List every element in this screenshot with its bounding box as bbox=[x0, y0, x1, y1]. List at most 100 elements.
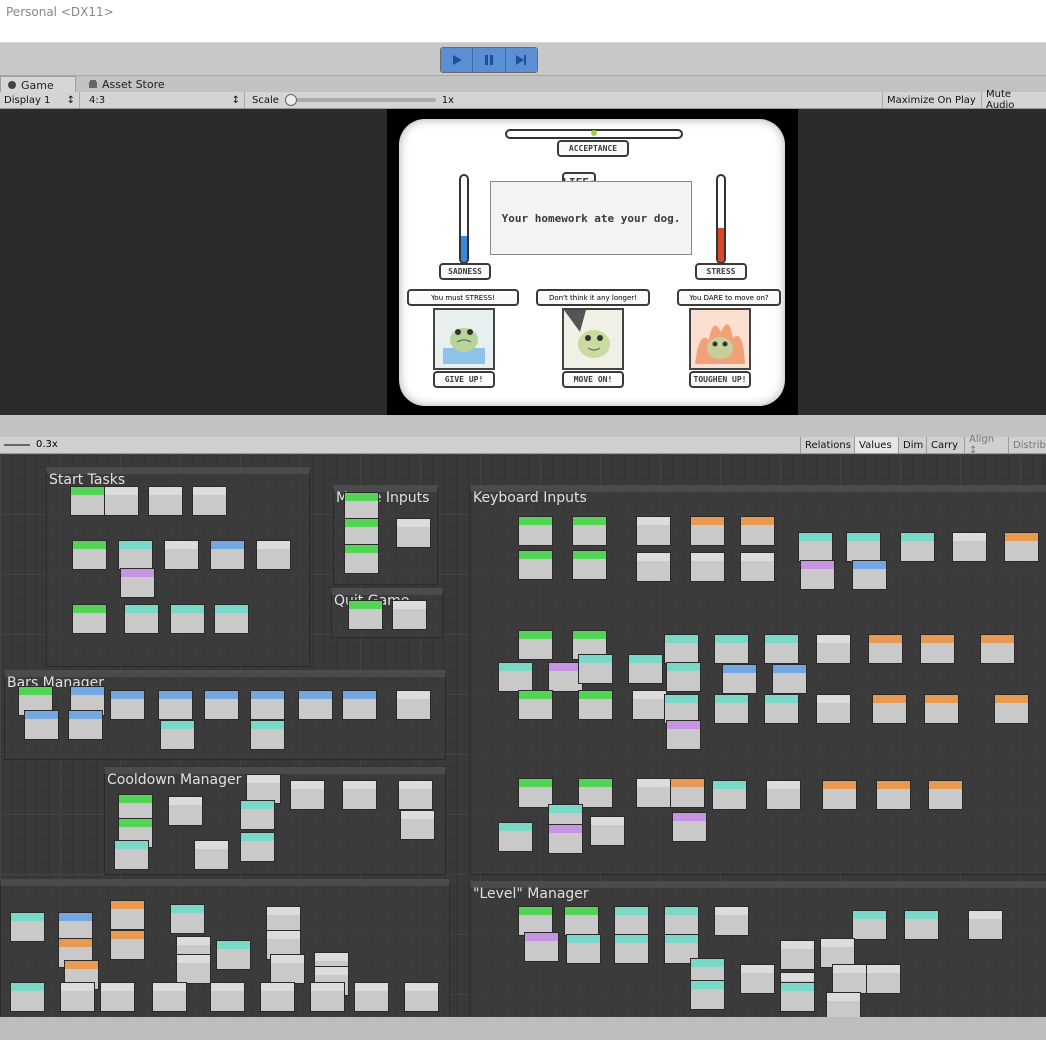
graph-node[interactable] bbox=[176, 954, 211, 984]
graph-node[interactable] bbox=[170, 904, 205, 934]
graph-node[interactable] bbox=[250, 690, 285, 720]
step-button[interactable] bbox=[505, 48, 537, 72]
graph-node[interactable] bbox=[24, 710, 59, 740]
graph-node[interactable] bbox=[72, 604, 107, 634]
graph-node[interactable] bbox=[868, 634, 903, 664]
graph-node[interactable] bbox=[148, 486, 183, 516]
graph-node[interactable] bbox=[342, 780, 377, 810]
graph-node[interactable] bbox=[194, 840, 229, 870]
tab-asset-store[interactable]: Asset Store bbox=[82, 76, 171, 92]
game-canvas[interactable]: ACCEPTANCE LIFE: Your homework ate your … bbox=[387, 109, 798, 415]
graph-node[interactable] bbox=[590, 816, 625, 846]
tab-game[interactable]: Game bbox=[0, 76, 76, 93]
mute-audio-toggle[interactable]: Mute Audio bbox=[982, 89, 1046, 111]
graph-node[interactable] bbox=[170, 604, 205, 634]
toughen-up-button[interactable]: TOUGHEN UP! bbox=[689, 371, 751, 388]
graph-node[interactable] bbox=[354, 982, 389, 1012]
graph-node[interactable] bbox=[994, 694, 1029, 724]
graph-node[interactable] bbox=[766, 780, 801, 810]
graph-node[interactable] bbox=[628, 654, 663, 684]
graph-node[interactable] bbox=[920, 634, 955, 664]
distribute-button[interactable]: Distrib bbox=[1008, 437, 1046, 453]
graph-node[interactable] bbox=[712, 780, 747, 810]
graph-node[interactable] bbox=[670, 778, 705, 808]
graph-node[interactable] bbox=[578, 654, 613, 684]
graph-node[interactable] bbox=[822, 780, 857, 810]
graph-node[interactable] bbox=[398, 780, 433, 810]
visual-script-graph[interactable]: Start Tasks Mouse Inputs Quit Game Keybo… bbox=[0, 454, 1046, 1017]
graph-node[interactable] bbox=[404, 982, 439, 1012]
graph-node[interactable] bbox=[780, 940, 815, 970]
graph-node[interactable] bbox=[70, 486, 105, 516]
graph-node[interactable] bbox=[256, 540, 291, 570]
graph-node[interactable] bbox=[72, 540, 107, 570]
graph-node[interactable] bbox=[214, 604, 249, 634]
graph-node[interactable] bbox=[632, 690, 667, 720]
graph-node[interactable] bbox=[636, 552, 671, 582]
graph-node[interactable] bbox=[240, 832, 275, 862]
graph-node[interactable] bbox=[1004, 532, 1039, 562]
scale-slider-track[interactable] bbox=[284, 94, 436, 106]
graph-node[interactable] bbox=[800, 560, 835, 590]
graph-node[interactable] bbox=[690, 516, 725, 546]
graph-node[interactable] bbox=[110, 930, 145, 960]
graph-node[interactable] bbox=[714, 634, 749, 664]
zoom-slider-track[interactable] bbox=[4, 444, 30, 446]
graph-node[interactable] bbox=[342, 690, 377, 720]
graph-node[interactable] bbox=[498, 822, 533, 852]
graph-node[interactable] bbox=[872, 694, 907, 724]
dim-button[interactable]: Dim bbox=[898, 437, 926, 453]
graph-node[interactable] bbox=[348, 600, 383, 630]
graph-node[interactable] bbox=[798, 532, 833, 562]
graph-node[interactable] bbox=[210, 540, 245, 570]
graph-node[interactable] bbox=[928, 780, 963, 810]
graph-node[interactable] bbox=[260, 982, 295, 1012]
values-button[interactable]: Values bbox=[854, 437, 898, 453]
graph-node[interactable] bbox=[614, 906, 649, 936]
graph-node[interactable] bbox=[392, 600, 427, 630]
graph-node[interactable] bbox=[832, 964, 867, 994]
graph-node[interactable] bbox=[578, 690, 613, 720]
graph-node[interactable] bbox=[160, 720, 195, 750]
graph-node[interactable] bbox=[876, 780, 911, 810]
graph-node[interactable] bbox=[740, 552, 775, 582]
graph-node[interactable] bbox=[566, 934, 601, 964]
graph-node[interactable] bbox=[722, 664, 757, 694]
graph-node[interactable] bbox=[572, 516, 607, 546]
graph-node[interactable] bbox=[740, 964, 775, 994]
graph-node[interactable] bbox=[664, 634, 699, 664]
graph-node[interactable] bbox=[690, 980, 725, 1010]
aspect-dropdown[interactable]: 4:3 ↕ bbox=[85, 92, 245, 108]
play-button[interactable] bbox=[441, 48, 474, 72]
graph-node[interactable] bbox=[924, 694, 959, 724]
graph-node[interactable] bbox=[968, 910, 1003, 940]
graph-node[interactable] bbox=[826, 992, 861, 1017]
graph-node[interactable] bbox=[110, 690, 145, 720]
graph-node[interactable] bbox=[250, 720, 285, 750]
graph-node[interactable] bbox=[980, 634, 1015, 664]
graph-node[interactable] bbox=[666, 720, 701, 750]
graph-node[interactable] bbox=[192, 486, 227, 516]
graph-node[interactable] bbox=[780, 982, 815, 1012]
graph-node[interactable] bbox=[10, 912, 45, 942]
align-button[interactable]: Align ↕ bbox=[964, 434, 1008, 456]
graph-node[interactable] bbox=[852, 910, 887, 940]
graph-node[interactable] bbox=[524, 932, 559, 962]
graph-node[interactable] bbox=[904, 910, 939, 940]
graph-node[interactable] bbox=[952, 532, 987, 562]
graph-node[interactable] bbox=[270, 954, 305, 984]
graph-node[interactable] bbox=[852, 560, 887, 590]
graph-node[interactable] bbox=[114, 840, 149, 870]
pause-button[interactable] bbox=[473, 48, 506, 72]
maximize-on-play-toggle[interactable]: Maximize On Play bbox=[882, 92, 982, 108]
graph-node[interactable] bbox=[68, 710, 103, 740]
graph-node[interactable] bbox=[118, 540, 153, 570]
graph-node[interactable] bbox=[344, 544, 379, 574]
graph-node[interactable] bbox=[764, 694, 799, 724]
graph-node[interactable] bbox=[846, 532, 881, 562]
graph-node[interactable] bbox=[498, 662, 533, 692]
graph-node[interactable] bbox=[518, 550, 553, 580]
graph-node[interactable] bbox=[310, 982, 345, 1012]
graph-node[interactable] bbox=[60, 982, 95, 1012]
display-dropdown[interactable]: Display 1 ↕ bbox=[0, 92, 80, 108]
